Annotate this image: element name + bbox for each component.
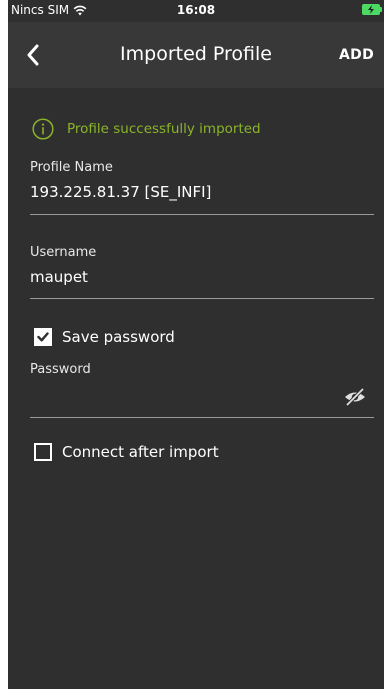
password-underline [30,417,374,418]
checkmark-icon [37,332,49,342]
save-password-label: Save password [62,328,175,346]
info-icon [32,118,54,140]
profile-name-field[interactable]: 193.225.81.37 [SE_INFI] [30,183,211,201]
battery-charging-icon [362,4,382,15]
profile-name-label: Profile Name [30,160,113,175]
screen: Nincs SIM 16:08 Imported Profile ADD Pro… [0,0,384,689]
save-password-toggle[interactable]: Save password [34,328,175,346]
page-title: Imported Profile [120,43,272,65]
add-button[interactable]: ADD [339,47,374,63]
username-label: Username [30,245,97,260]
username-underline [30,298,374,299]
connect-after-import-toggle[interactable]: Connect after import [34,443,219,461]
save-password-checkbox[interactable] [34,328,52,346]
success-notice: Profile successfully imported [32,118,261,140]
status-bar: Nincs SIM 16:08 [8,0,384,22]
connect-after-import-checkbox[interactable] [34,443,52,461]
navigation-bar: Imported Profile ADD [8,22,384,88]
profile-name-underline [30,214,374,215]
password-label: Password [30,362,91,377]
username-field[interactable]: maupet [30,268,88,286]
eye-off-icon[interactable] [344,388,366,406]
status-time: 16:08 [176,3,216,17]
connect-after-import-label: Connect after import [62,443,219,461]
success-message: Profile successfully imported [67,121,261,137]
password-field[interactable] [30,385,330,407]
app-window: Nincs SIM 16:08 Imported Profile ADD Pro… [8,0,384,689]
